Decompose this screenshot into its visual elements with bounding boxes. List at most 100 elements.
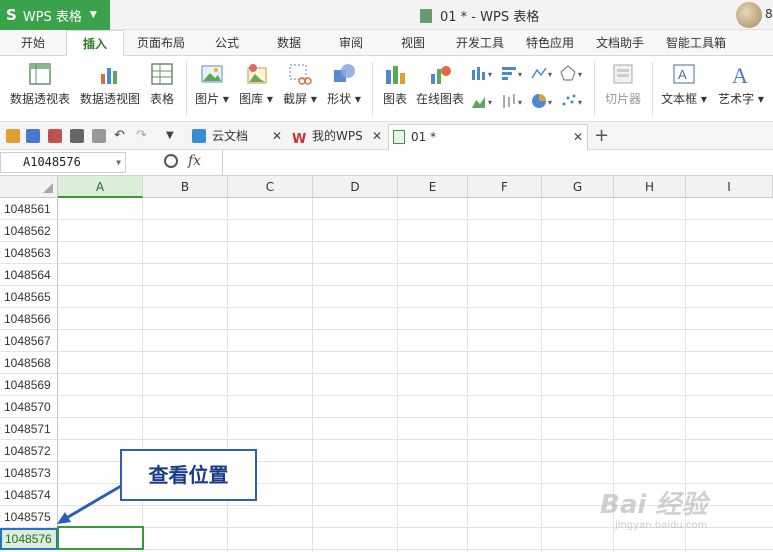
column-header-e[interactable]: E bbox=[398, 176, 468, 198]
tab-view[interactable]: 视图 bbox=[390, 30, 436, 56]
save-icon[interactable] bbox=[26, 129, 40, 143]
row-header[interactable]: 1048570 bbox=[0, 396, 58, 418]
pie-chart-dropdown[interactable]: ▾ bbox=[530, 92, 556, 110]
ribbon-divider bbox=[594, 62, 595, 116]
row-header[interactable]: 1048562 bbox=[0, 220, 58, 242]
online-chart-button[interactable]: 在线图表 bbox=[414, 62, 466, 116]
table-row[interactable] bbox=[58, 374, 773, 396]
tab-developer[interactable]: 开发工具 bbox=[450, 30, 510, 56]
tab-page-layout[interactable]: 页面布局 bbox=[130, 30, 192, 56]
slicer-button[interactable]: 切片器 bbox=[600, 62, 646, 116]
column-header-i[interactable]: I bbox=[686, 176, 773, 198]
table-icon bbox=[150, 62, 174, 86]
table-row[interactable] bbox=[58, 220, 773, 242]
zoom-icon[interactable] bbox=[164, 154, 178, 168]
shapes-button[interactable]: 形状 ▾ bbox=[324, 62, 364, 116]
row-header-selected[interactable]: 1048576 bbox=[0, 528, 58, 550]
doc-tab-my-wps[interactable]: W 我的WPS ✕ bbox=[290, 124, 388, 150]
pivot-chart-button[interactable]: 数据透视图 bbox=[78, 62, 142, 116]
stock-chart-dropdown[interactable]: ▾ bbox=[500, 92, 526, 110]
radar-chart-dropdown[interactable]: ▾ bbox=[560, 64, 586, 82]
row-header[interactable]: 1048572 bbox=[0, 440, 58, 462]
doc-tab-01[interactable]: 01 * ✕ bbox=[388, 124, 588, 150]
table-row[interactable] bbox=[58, 308, 773, 330]
row-header[interactable]: 1048565 bbox=[0, 286, 58, 308]
table-row[interactable] bbox=[58, 242, 773, 264]
redo-icon[interactable]: ↷ bbox=[136, 129, 150, 143]
screenshot-button[interactable]: 截屏 ▾ bbox=[280, 62, 320, 116]
active-cell-a1048576[interactable] bbox=[57, 526, 144, 550]
baidu-watermark-url: jingyan.baidu.com bbox=[615, 520, 708, 531]
row-header[interactable]: 1048569 bbox=[0, 374, 58, 396]
picture-button[interactable]: 图片 ▾ bbox=[192, 62, 232, 116]
baidu-watermark: Bai 经验 bbox=[600, 490, 708, 520]
column-header-a[interactable]: A bbox=[58, 176, 143, 198]
row-header[interactable]: 1048563 bbox=[0, 242, 58, 264]
column-header-d[interactable]: D bbox=[313, 176, 398, 198]
wordart-button[interactable]: A 艺术字 ▾ bbox=[714, 62, 768, 116]
tab-review[interactable]: 审阅 bbox=[328, 30, 374, 56]
bar-chart-dropdown[interactable]: ▾ bbox=[500, 64, 526, 82]
row-header[interactable]: 1048568 bbox=[0, 352, 58, 374]
row-header[interactable]: 1048566 bbox=[0, 308, 58, 330]
row-header[interactable]: 1048567 bbox=[0, 330, 58, 352]
print-icon[interactable] bbox=[70, 129, 84, 143]
close-icon[interactable]: ✕ bbox=[272, 124, 282, 148]
chevron-down-icon[interactable]: ▼ bbox=[116, 153, 121, 172]
svg-text:A: A bbox=[732, 63, 748, 86]
row-header[interactable]: 1048573 bbox=[0, 462, 58, 484]
table-button[interactable]: 表格 bbox=[146, 62, 178, 116]
line-chart-dropdown[interactable]: ▾ bbox=[530, 64, 556, 82]
row-header[interactable]: 1048571 bbox=[0, 418, 58, 440]
row-header[interactable]: 1048574 bbox=[0, 484, 58, 506]
textbox-icon: A bbox=[672, 62, 696, 86]
app-name: WPS 表格 bbox=[22, 9, 82, 25]
doc-tab-cloud[interactable]: 云文档 ✕ bbox=[190, 124, 288, 150]
select-all-corner[interactable] bbox=[0, 176, 58, 198]
area-chart-dropdown[interactable]: ▾ bbox=[470, 92, 496, 110]
textbox-button[interactable]: A 文本框 ▾ bbox=[658, 62, 710, 116]
customize-dropdown-icon[interactable]: ▼ bbox=[166, 129, 180, 143]
chart-button[interactable]: 图表 bbox=[378, 62, 412, 116]
open-folder-icon[interactable] bbox=[6, 129, 20, 143]
table-row[interactable] bbox=[58, 286, 773, 308]
tab-insert[interactable]: 插入 bbox=[66, 30, 124, 56]
table-row[interactable] bbox=[58, 198, 773, 220]
name-box[interactable]: A1048576 ▼ bbox=[0, 152, 126, 173]
tab-data[interactable]: 数据 bbox=[266, 30, 312, 56]
column-header-g[interactable]: G bbox=[542, 176, 614, 198]
tab-doc-assistant[interactable]: 文档助手 bbox=[590, 30, 650, 56]
table-row[interactable] bbox=[58, 352, 773, 374]
print-preview-icon[interactable] bbox=[92, 129, 106, 143]
table-row[interactable] bbox=[58, 264, 773, 286]
column-chart-dropdown[interactable]: ▾ bbox=[470, 64, 496, 82]
tab-formula[interactable]: 公式 bbox=[204, 30, 250, 56]
close-icon[interactable]: ✕ bbox=[573, 125, 583, 149]
export-pdf-icon[interactable] bbox=[48, 129, 62, 143]
fx-icon[interactable]: fx bbox=[188, 153, 201, 169]
row-header[interactable]: 1048561 bbox=[0, 198, 58, 220]
svg-text:▾: ▾ bbox=[518, 98, 522, 107]
column-header-f[interactable]: F bbox=[468, 176, 542, 198]
row-header[interactable]: 1048575 bbox=[0, 506, 58, 528]
tab-home[interactable]: 开始 bbox=[8, 30, 58, 56]
tab-special-apps[interactable]: 特色应用 bbox=[520, 30, 580, 56]
new-tab-button[interactable]: + bbox=[594, 125, 609, 146]
tab-smart-toolbox[interactable]: 智能工具箱 bbox=[660, 30, 732, 56]
close-icon[interactable]: ✕ bbox=[372, 124, 382, 148]
column-header-c[interactable]: C bbox=[228, 176, 313, 198]
table-row[interactable] bbox=[58, 418, 773, 440]
table-row[interactable] bbox=[58, 528, 773, 550]
column-header-h[interactable]: H bbox=[614, 176, 686, 198]
column-header-b[interactable]: B bbox=[143, 176, 228, 198]
row-header[interactable]: 1048564 bbox=[0, 264, 58, 286]
undo-icon[interactable]: ↶ bbox=[114, 129, 128, 143]
scatter-chart-dropdown[interactable]: ▾ bbox=[560, 92, 586, 110]
table-row[interactable] bbox=[58, 396, 773, 418]
avatar[interactable] bbox=[736, 2, 762, 28]
pivot-table-button[interactable]: 数据透视表 bbox=[8, 62, 72, 116]
gallery-button[interactable]: 图库 ▾ bbox=[236, 62, 276, 116]
title-bar: S WPS 表格 ▼ 01 * - WPS 表格 8 bbox=[0, 0, 773, 30]
table-row[interactable] bbox=[58, 330, 773, 352]
app-menu-button[interactable]: S WPS 表格 ▼ bbox=[0, 0, 110, 30]
